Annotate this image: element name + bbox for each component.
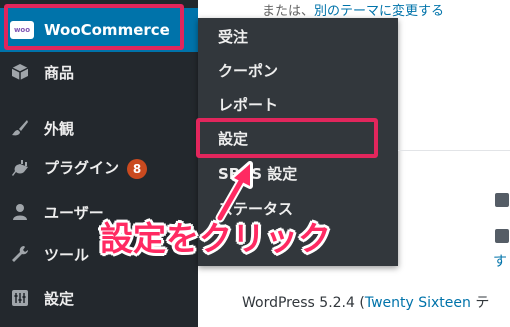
sidebar-item-label: 設定: [44, 289, 75, 308]
comment-icon: [495, 229, 509, 243]
settings-highlight-box: [196, 118, 378, 158]
sidebar-item-label: 外観: [44, 119, 75, 138]
plugin-icon: [10, 158, 30, 178]
version-prefix: WordPress 5.2.4 (: [242, 295, 365, 311]
sidebar-item-settings[interactable]: 設定: [0, 278, 198, 318]
submenu-item-coupons[interactable]: クーポン: [218, 60, 278, 81]
settings-icon: [10, 288, 30, 308]
box-icon: [10, 62, 30, 82]
change-theme-prefix: または、: [262, 4, 315, 19]
sidebar-item-label: 商品: [44, 63, 75, 82]
wrench-icon: [10, 244, 30, 264]
user-icon: [10, 202, 30, 222]
sidebar-item-label: ツール: [44, 245, 90, 264]
sidebar-item-appearance[interactable]: 外観: [0, 108, 198, 148]
woocommerce-highlight-box: [4, 4, 184, 50]
sidebar-item-products[interactable]: 商品: [0, 52, 198, 92]
plugin-update-badge: 8: [127, 158, 148, 179]
paintbrush-icon: [10, 118, 30, 138]
widget-link-fragment[interactable]: す: [493, 251, 507, 271]
sidebar-item-label: プラグイン 8: [44, 157, 148, 179]
theme-link[interactable]: Twenty Sixteen: [365, 295, 471, 311]
wordpress-version-text: WordPress 5.2.4 (Twenty Sixteen テ: [242, 292, 489, 312]
submenu-item-reports[interactable]: レポート: [218, 94, 278, 115]
sidebar-item-label: ユーザー: [44, 203, 104, 222]
page-icon: [495, 193, 509, 207]
dashboard-widget-fragment: す: [398, 150, 510, 281]
sidebar-item-plugins[interactable]: プラグイン 8: [0, 148, 198, 188]
change-theme-link[interactable]: 別のテーマに変更する: [314, 4, 444, 19]
click-settings-callout: 設定をクリック: [100, 219, 331, 258]
version-suffix: テ: [470, 295, 490, 311]
plugins-label-text: プラグイン: [44, 159, 120, 178]
submenu-item-orders[interactable]: 受注: [218, 26, 248, 47]
change-theme-text: または、別のテーマに変更する: [262, 0, 444, 19]
